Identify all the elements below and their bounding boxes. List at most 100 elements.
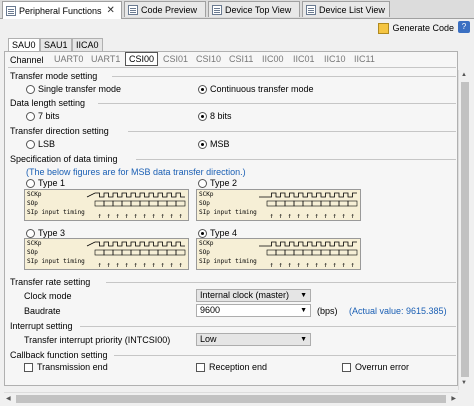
- svg-text:↑: ↑: [152, 261, 156, 269]
- generate-code-button[interactable]: Generate Code: [378, 21, 454, 35]
- chevron-down-icon: ▼: [300, 292, 307, 299]
- tab-sau1[interactable]: SAU1: [40, 38, 72, 52]
- callback-title: Callback function setting: [10, 350, 108, 360]
- type-3-radio[interactable]: Type 3: [26, 228, 65, 238]
- channel-tab-csi01[interactable]: CSI01: [160, 53, 191, 65]
- svg-text:↑: ↑: [324, 212, 328, 220]
- divider: [114, 355, 456, 356]
- svg-text:↑: ↑: [116, 212, 120, 220]
- svg-text:↑: ↑: [179, 261, 183, 269]
- channel-tab-uart0[interactable]: UART0: [51, 53, 86, 65]
- clock-mode-select[interactable]: Internal clock (master) ▼: [196, 289, 311, 302]
- svg-text:↑: ↑: [161, 261, 165, 269]
- tab-peripheral-functions[interactable]: Peripheral Functions ✕: [2, 1, 122, 19]
- scroll-down-icon[interactable]: ▼: [461, 380, 467, 386]
- timing-diagram-type-2: SCKp SOp SIp input timing ↑ ↑ ↑ ↑ ↑ ↑ ↑ ↑ ↑ ↑: [196, 189, 361, 221]
- baudrate-unit: (bps): [317, 306, 338, 316]
- tab-iica0[interactable]: IICA0: [72, 38, 103, 52]
- 8-bits-radio[interactable]: 8 bits: [198, 111, 232, 121]
- svg-text:↑: ↑: [152, 212, 156, 220]
- radio-indicator: [26, 111, 35, 121]
- baudrate-label: Baudrate: [24, 306, 61, 316]
- type-1-radio[interactable]: Type 1: [26, 178, 65, 188]
- tab-code-preview[interactable]: Code Preview: [124, 1, 206, 17]
- divider: [112, 76, 456, 77]
- priority-select[interactable]: Low ▼: [196, 333, 311, 346]
- tab-label: Code Preview: [141, 4, 198, 15]
- baudrate-combo[interactable]: 9600 ▼: [196, 304, 311, 317]
- single-transfer-label: Single transfer mode: [38, 84, 122, 94]
- divider: [136, 159, 456, 160]
- type-4-radio[interactable]: Type 4: [198, 228, 237, 238]
- svg-text:↑: ↑: [270, 261, 274, 269]
- radio-indicator: [198, 84, 207, 94]
- transmission-end-checkbox[interactable]: Transmission end: [24, 362, 108, 372]
- horizontal-scrollbar[interactable]: ◀ ▶: [4, 392, 458, 405]
- timing-note: (The below figures are for MSB data tran…: [26, 167, 246, 177]
- svg-text:↑: ↑: [98, 212, 102, 220]
- channel-tab-csi10[interactable]: CSI10: [193, 53, 224, 65]
- svg-text:↑: ↑: [306, 212, 310, 220]
- waveform: ↑ ↑ ↑ ↑ ↑ ↑ ↑ ↑ ↑ ↑: [86, 192, 186, 220]
- vertical-scroll-thumb[interactable]: [461, 82, 469, 377]
- continuous-transfer-label: Continuous transfer mode: [210, 84, 314, 94]
- checkbox-indicator: [342, 362, 351, 372]
- close-icon[interactable]: ✕: [107, 5, 115, 16]
- svg-text:↑: ↑: [288, 261, 292, 269]
- svg-text:↑: ↑: [306, 261, 310, 269]
- overrun-error-checkbox[interactable]: Overrun error: [342, 362, 409, 372]
- horizontal-scroll-thumb[interactable]: [16, 395, 446, 403]
- scroll-right-icon[interactable]: ▶: [451, 395, 456, 402]
- editor-tab-bar: Peripheral Functions ✕ Code Preview Devi…: [0, 0, 474, 19]
- channel-label: Channel: [10, 55, 44, 65]
- tab-device-list-view[interactable]: Device List View: [302, 1, 390, 17]
- channel-tab-iic11[interactable]: IIC11: [351, 53, 378, 65]
- channel-tab-uart1[interactable]: UART1: [88, 53, 123, 65]
- svg-text:↑: ↑: [134, 261, 138, 269]
- scroll-up-icon[interactable]: ▲: [461, 72, 467, 78]
- channel-tab-csi00[interactable]: CSI00: [125, 52, 159, 66]
- vertical-scrollbar[interactable]: ▲ ▼: [458, 70, 471, 390]
- waveform: ↑ ↑ ↑ ↑ ↑ ↑ ↑ ↑ ↑ ↑: [86, 241, 186, 269]
- channel-tab-iic00[interactable]: IIC00: [259, 53, 287, 65]
- generate-code-icon: [378, 22, 390, 34]
- svg-text:↑: ↑: [351, 261, 355, 269]
- interrupt-title: Interrupt setting: [10, 321, 73, 331]
- 8-bits-label: 8 bits: [210, 111, 232, 121]
- tab-label: Peripheral Functions: [19, 5, 102, 16]
- chevron-down-icon: ▼: [300, 336, 307, 343]
- svg-text:↑: ↑: [297, 261, 301, 269]
- reception-end-checkbox[interactable]: Reception end: [196, 362, 267, 372]
- reception-end-label: Reception end: [209, 362, 268, 372]
- tab-label: Device Top View: [225, 4, 292, 15]
- data-length-title: Data length setting: [10, 98, 86, 108]
- scroll-left-icon[interactable]: ◀: [6, 395, 11, 402]
- document-icon: [306, 4, 316, 15]
- timing-diagram-type-4: SCKp SOp SIp input timing ↑ ↑ ↑ ↑ ↑ ↑ ↑ ↑ ↑ ↑: [196, 238, 361, 270]
- svg-text:↑: ↑: [98, 261, 102, 269]
- type-2-radio[interactable]: Type 2: [198, 178, 237, 188]
- continuous-transfer-radio[interactable]: Continuous transfer mode: [198, 84, 314, 94]
- svg-text:↑: ↑: [324, 261, 328, 269]
- help-icon[interactable]: ?: [458, 21, 470, 33]
- divider: [128, 131, 456, 132]
- document-icon: [128, 4, 138, 15]
- timing-diagram-type-3: SCKp SOp SIp input timing ↑ ↑ ↑ ↑ ↑ ↑ ↑ ↑ ↑ ↑: [24, 238, 189, 270]
- checkbox-indicator: [196, 362, 205, 372]
- msb-radio[interactable]: MSB: [198, 139, 230, 149]
- channel-tab-iic01[interactable]: IIC01: [290, 53, 318, 65]
- svg-text:↑: ↑: [161, 212, 165, 220]
- svg-text:↑: ↑: [333, 261, 337, 269]
- svg-text:↑: ↑: [297, 212, 301, 220]
- channel-tab-iic10[interactable]: IIC10: [321, 53, 349, 65]
- svg-text:↑: ↑: [279, 261, 283, 269]
- single-transfer-radio[interactable]: Single transfer mode: [26, 84, 121, 94]
- tab-device-top-view[interactable]: Device Top View: [208, 1, 300, 17]
- chevron-down-icon: ▼: [300, 307, 307, 314]
- baudrate-value: 9600: [200, 305, 221, 315]
- svg-text:↑: ↑: [315, 261, 319, 269]
- type-3-label: Type 3: [38, 228, 66, 238]
- lsb-radio[interactable]: LSB: [26, 139, 55, 149]
- 7-bits-radio[interactable]: 7 bits: [26, 111, 60, 121]
- channel-tab-csi11[interactable]: CSI11: [226, 53, 256, 65]
